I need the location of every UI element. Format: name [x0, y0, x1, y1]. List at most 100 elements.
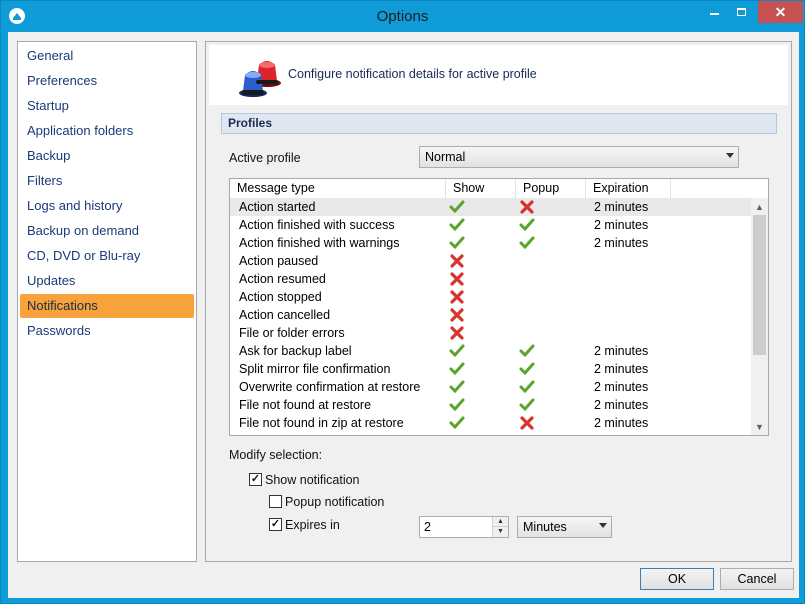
expiration-value[interactable]: 2: [424, 520, 431, 534]
check-icon: [449, 218, 465, 232]
message-type-cell: Action finished with warnings: [239, 236, 400, 250]
popup-cell[interactable]: [519, 397, 535, 415]
chevron-down-icon: [726, 153, 734, 158]
show-cell[interactable]: [449, 415, 465, 433]
table-row[interactable]: File not found at restore 2 minutes: [230, 396, 751, 414]
message-type-cell: Action paused: [239, 254, 319, 268]
check-icon: [449, 416, 465, 430]
column-header-expiration[interactable]: Expiration: [586, 179, 671, 198]
check-icon: [449, 200, 465, 214]
close-button[interactable]: ✕: [758, 1, 803, 23]
stepper-down-icon[interactable]: ▼: [493, 527, 508, 537]
show-cell[interactable]: [449, 307, 465, 325]
sidebar-item-updates[interactable]: Updates: [20, 269, 194, 293]
sidebar-item-general[interactable]: General: [20, 44, 194, 68]
table-row[interactable]: Action stopped: [230, 288, 751, 306]
scroll-up-icon[interactable]: ▲: [751, 198, 768, 215]
popup-cell[interactable]: [519, 199, 535, 217]
table-row[interactable]: Action cancelled: [230, 306, 751, 324]
expiration-cell: 2 minutes: [594, 236, 649, 250]
check-icon: [519, 362, 535, 376]
table-row[interactable]: Action started 2 minutes: [230, 198, 751, 216]
expiration-value-stepper[interactable]: 2 ▲ ▼: [419, 516, 509, 538]
popup-cell[interactable]: [519, 361, 535, 379]
table-row[interactable]: File not found in zip at restore 2 minute…: [230, 414, 751, 432]
message-type-cell: File not found in zip at restore: [239, 416, 404, 430]
table-row[interactable]: File or folder errors: [230, 324, 751, 342]
message-type-cell: Overwrite confirmation at restore: [239, 380, 421, 394]
show-cell[interactable]: [449, 325, 465, 343]
table-row[interactable]: Action resumed: [230, 270, 751, 288]
show-cell[interactable]: [449, 379, 465, 397]
table-row[interactable]: Ask for backup label 2 minutes: [230, 342, 751, 360]
message-type-cell: Split mirror file confirmation: [239, 362, 391, 376]
cancel-button[interactable]: Cancel: [720, 568, 794, 590]
expiration-cell: 2 minutes: [594, 416, 649, 430]
notifications-panel: Configure notification details for activ…: [205, 41, 792, 562]
sidebar-item-filters[interactable]: Filters: [20, 169, 194, 193]
column-header-popup[interactable]: Popup: [516, 179, 586, 198]
active-profile-select[interactable]: Normal: [419, 146, 739, 168]
ok-button[interactable]: OK: [640, 568, 714, 590]
expires-in-label[interactable]: Expires in: [285, 518, 340, 532]
show-cell[interactable]: [449, 217, 465, 235]
check-icon: [449, 398, 465, 412]
sidebar-item-application-folders[interactable]: Application folders: [20, 119, 194, 143]
sidebar-item-backup-on-demand[interactable]: Backup on demand: [20, 219, 194, 243]
cross-icon: [450, 272, 464, 286]
close-icon: ✕: [774, 3, 787, 20]
table-row[interactable]: Action finished with success 2 minutes: [230, 216, 751, 234]
scroll-down-icon[interactable]: ▼: [751, 418, 768, 435]
modify-selection-label: Modify selection:: [229, 448, 323, 462]
scroll-thumb[interactable]: [753, 215, 766, 355]
table-row[interactable]: Action finished with warnings 2 minutes: [230, 234, 751, 252]
message-type-table[interactable]: Message type Show Popup Expiration Actio…: [229, 178, 769, 436]
maximize-button[interactable]: [728, 1, 754, 23]
sidebar-item-cd-dvd-or-blu-ray[interactable]: CD, DVD or Blu-ray: [20, 244, 194, 268]
cross-icon: [450, 254, 464, 268]
column-header-message-type[interactable]: Message type: [230, 179, 446, 198]
title-bar[interactable]: Options ✕: [1, 1, 804, 32]
show-cell[interactable]: [449, 271, 465, 289]
sidebar-item-logs-and-history[interactable]: Logs and history: [20, 194, 194, 218]
show-cell[interactable]: [449, 361, 465, 379]
show-notification-label[interactable]: Show notification: [265, 473, 360, 487]
column-header-show[interactable]: Show: [446, 179, 516, 198]
show-notification-checkbox[interactable]: ✓: [249, 473, 262, 486]
options-window: Options ✕ General Preferences Startup Appli…: [0, 0, 805, 604]
table-row[interactable]: Overwrite confirmation at restore 2 minut…: [230, 378, 751, 396]
sidebar-item-passwords[interactable]: Passwords: [20, 319, 194, 343]
show-cell[interactable]: [449, 235, 465, 253]
stepper-up-icon[interactable]: ▲: [493, 517, 508, 527]
expiration-unit-select[interactable]: Minutes: [517, 516, 612, 538]
table-scrollbar[interactable]: ▲ ▼: [751, 198, 768, 435]
sidebar-item-startup[interactable]: Startup: [20, 94, 194, 118]
popup-cell[interactable]: [519, 235, 535, 253]
expiration-cell: 2 minutes: [594, 200, 649, 214]
popup-cell[interactable]: [519, 217, 535, 235]
popup-cell[interactable]: [519, 415, 535, 433]
show-cell[interactable]: [449, 289, 465, 307]
popup-cell[interactable]: [519, 343, 535, 361]
popup-cell[interactable]: [519, 379, 535, 397]
show-cell[interactable]: [449, 199, 465, 217]
minimize-button[interactable]: [701, 1, 727, 23]
show-cell[interactable]: [449, 343, 465, 361]
category-list[interactable]: General Preferences Startup Application fol…: [17, 41, 197, 562]
minimize-icon: [709, 13, 719, 15]
sidebar-item-backup[interactable]: Backup: [20, 144, 194, 168]
maximize-icon: [736, 8, 746, 16]
table-row[interactable]: Action paused: [230, 252, 751, 270]
sidebar-item-notifications[interactable]: Notifications: [20, 294, 194, 318]
show-cell[interactable]: [449, 397, 465, 415]
check-icon: [519, 380, 535, 394]
chevron-down-icon: [599, 523, 607, 528]
popup-notification-label[interactable]: Popup notification: [285, 495, 384, 509]
check-icon: [519, 218, 535, 232]
popup-notification-checkbox[interactable]: [269, 495, 282, 508]
table-row[interactable]: Split mirror file confirmation 2 minutes: [230, 360, 751, 378]
cross-icon: [520, 200, 534, 214]
show-cell[interactable]: [449, 253, 465, 271]
sidebar-item-preferences[interactable]: Preferences: [20, 69, 194, 93]
expires-in-checkbox[interactable]: ✓: [269, 518, 282, 531]
